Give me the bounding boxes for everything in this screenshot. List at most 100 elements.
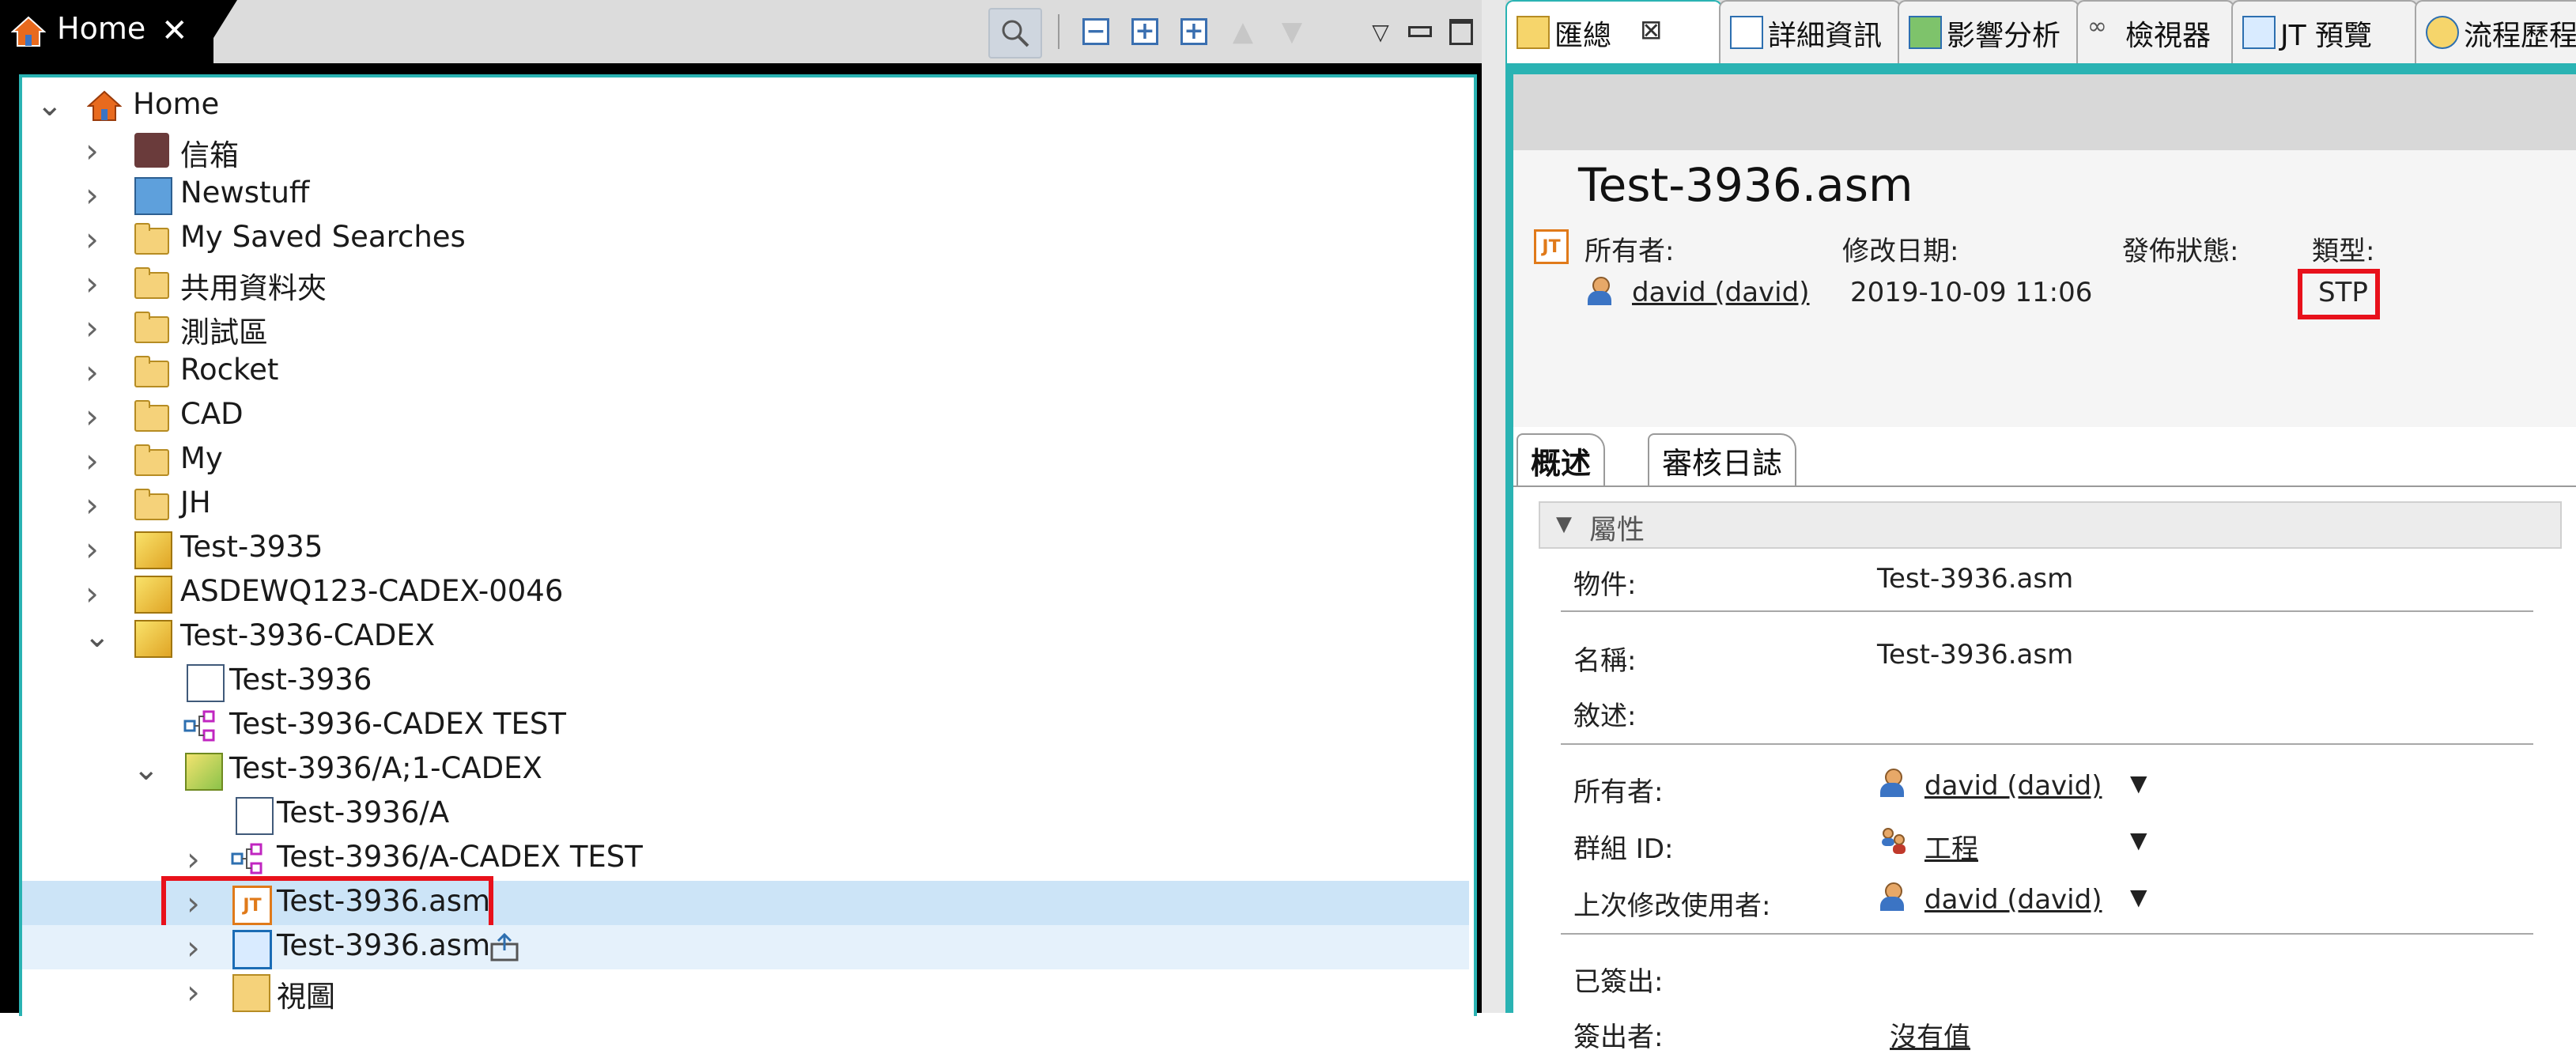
expand-chevron-icon[interactable]: ⌄ bbox=[36, 87, 63, 123]
item-revision-icon bbox=[185, 753, 223, 791]
tree-row-shared-folder[interactable]: › 共用資料夾 bbox=[22, 261, 1469, 305]
folder-icon bbox=[134, 266, 169, 300]
collapse-chevron-icon[interactable]: › bbox=[85, 574, 99, 613]
tree-row-item-revision[interactable]: ⌄ Test-3936/A;1-CADEX bbox=[22, 748, 1469, 792]
collapse-chevron-icon[interactable]: › bbox=[85, 485, 99, 524]
tree-row-test-area[interactable]: › 測試區 bbox=[22, 305, 1469, 349]
tree-row-mailbox[interactable]: › 信箱 bbox=[22, 128, 1469, 172]
minimize-icon[interactable] bbox=[1399, 11, 1441, 52]
user-icon bbox=[1879, 769, 1906, 799]
summary-content: Test-3936.asm JT 所有者: 修改日期: 發佈狀態: 類型: da… bbox=[1513, 74, 2576, 1053]
group-dropdown-arrow-icon[interactable]: ▼ bbox=[2130, 827, 2147, 853]
expand-chevron-icon[interactable]: ⌄ bbox=[84, 618, 111, 655]
prop-label-name: 名稱: bbox=[1573, 645, 1637, 677]
prop-value-checked-out-by-link[interactable]: 沒有值 bbox=[1890, 1015, 1970, 1054]
tab-label: JT 預覽 bbox=[2280, 20, 2373, 52]
prop-value-owner-link[interactable]: david (david) bbox=[1924, 770, 2102, 802]
search-icon[interactable] bbox=[988, 8, 1042, 59]
tab-impact-analysis[interactable]: 影響分析 bbox=[1898, 0, 2079, 63]
collapse-chevron-icon[interactable]: › bbox=[187, 840, 200, 878]
right-tab-bar: 匯總 ⊠ 詳細資訊 影響分析 ∞ 檢視器 JT 預覽 流程歷程 bbox=[1505, 0, 2576, 63]
viewer-icon: ∞ bbox=[2087, 13, 2107, 40]
summary-pane: 匯總 ⊠ 詳細資訊 影響分析 ∞ 檢視器 JT 預覽 流程歷程 Test-393… bbox=[1505, 0, 2576, 1053]
tree-label: Test-3936/A-CADEX TEST bbox=[277, 840, 643, 874]
maximize-icon[interactable] bbox=[1441, 11, 1482, 52]
object-title: Test-3936.asm bbox=[1578, 158, 1913, 212]
tree-row-test-3936-cadex[interactable]: ⌄ Test-3936-CADEX bbox=[22, 615, 1469, 659]
prop-value-last-modified-user-link[interactable]: david (david) bbox=[1924, 884, 2102, 916]
tree-label: Test-3936-CADEX bbox=[180, 618, 436, 652]
subtab-audit-log[interactable]: 審核日誌 bbox=[1648, 433, 1797, 485]
collapse-chevron-icon[interactable]: › bbox=[85, 264, 99, 303]
collapse-chevron-icon[interactable]: › bbox=[85, 530, 99, 569]
section-collapse-icon[interactable]: ▼ bbox=[1556, 512, 1572, 536]
tree-label: My Saved Searches bbox=[180, 220, 466, 254]
tree-row-dataset[interactable]: › Test-3936.asm bbox=[22, 925, 1469, 969]
collapse-chevron-icon[interactable]: › bbox=[85, 131, 99, 170]
tree-row-saved-searches[interactable]: › My Saved Searches bbox=[22, 217, 1469, 261]
navigator-pane: Home ✕ − + + ▲ ▼ ▽ ⌄ Home › 信箱 › Newstuf… bbox=[0, 0, 1482, 1016]
details-icon bbox=[1730, 16, 1763, 49]
collapse-chevron-icon[interactable]: › bbox=[85, 397, 99, 436]
expand-chevron-icon[interactable]: ⌄ bbox=[133, 751, 160, 788]
collapse-chevron-icon[interactable]: › bbox=[85, 353, 99, 391]
collapse-chevron-icon[interactable]: › bbox=[85, 176, 99, 214]
owner-label: 所有者: bbox=[1585, 236, 1675, 267]
view-menu-icon[interactable]: ▽ bbox=[1360, 11, 1401, 52]
tab-summary[interactable]: 匯總 ⊠ bbox=[1505, 0, 1722, 63]
close-tab-icon[interactable]: ✕ bbox=[161, 13, 188, 49]
collapse-chevron-icon[interactable]: › bbox=[187, 928, 200, 967]
properties-section-header[interactable]: ▼ 屬性 bbox=[1539, 501, 2562, 549]
collapse-chevron-icon[interactable]: › bbox=[85, 441, 99, 480]
prop-label-description: 敘述: bbox=[1573, 701, 1637, 732]
collapse-chevron-icon[interactable]: › bbox=[85, 308, 99, 347]
tab-jt-preview[interactable]: JT 預覽 bbox=[2231, 0, 2418, 63]
view-folder-icon bbox=[232, 974, 270, 1012]
tab-viewer[interactable]: ∞ 檢視器 bbox=[2076, 0, 2234, 63]
expand-all-icon[interactable]: + bbox=[1173, 11, 1214, 52]
folder-icon bbox=[134, 221, 169, 256]
tree-row-bom[interactable]: Test-3936-CADEX TEST bbox=[22, 704, 1469, 748]
tree-row-bom-a[interactable]: › Test-3936/A-CADEX TEST bbox=[22, 837, 1469, 881]
last-modified-user-dropdown-arrow-icon[interactable]: ▼ bbox=[2130, 884, 2147, 910]
prop-value-group-link[interactable]: 工程 bbox=[1924, 827, 1978, 866]
modified-date-value: 2019-10-09 11:06 bbox=[1850, 277, 2093, 308]
tree-row-test-3935[interactable]: › Test-3935 bbox=[22, 527, 1469, 571]
tree-row-newstuff[interactable]: › Newstuff bbox=[22, 172, 1469, 217]
close-tab-icon[interactable]: ⊠ bbox=[1640, 14, 1663, 46]
tab-process-history[interactable]: 流程歷程 bbox=[2415, 0, 2576, 63]
collapse-all-icon[interactable]: − bbox=[1075, 11, 1116, 52]
home-tab[interactable]: Home ✕ bbox=[0, 0, 213, 63]
separator bbox=[1561, 610, 2533, 612]
pane-divider[interactable] bbox=[1482, 0, 1505, 1013]
tree-row-jh[interactable]: › JH bbox=[22, 482, 1469, 527]
tree-row-rocket[interactable]: › Rocket bbox=[22, 349, 1469, 394]
tree-row-view-folder[interactable]: › 視圖 bbox=[22, 969, 1469, 1014]
prop-label-checked-out-by: 簽出者: bbox=[1573, 1022, 1664, 1053]
tab-label: 流程歷程 bbox=[2464, 20, 2576, 52]
summary-header: Test-3936.asm JT 所有者: 修改日期: 發佈狀態: 類型: da… bbox=[1513, 150, 2576, 427]
expand-icon[interactable]: + bbox=[1124, 11, 1165, 52]
tree-row-asdewq[interactable]: › ASDEWQ123-CADEX-0046 bbox=[22, 571, 1469, 615]
subtab-overview[interactable]: 概述 bbox=[1517, 433, 1606, 485]
up-arrow-icon[interactable]: ▲ bbox=[1222, 11, 1263, 52]
owner-link[interactable]: david (david) bbox=[1632, 277, 1809, 308]
tree-row-my[interactable]: › My bbox=[22, 438, 1469, 482]
process-history-icon bbox=[2426, 16, 2459, 49]
item-icon bbox=[134, 620, 172, 658]
tree-label: 測試區 bbox=[180, 315, 268, 349]
tree-row-home[interactable]: ⌄ Home bbox=[22, 84, 1469, 128]
collapse-chevron-icon[interactable]: › bbox=[85, 220, 99, 259]
form-icon bbox=[187, 664, 225, 702]
tree-row-cad[interactable]: › CAD bbox=[22, 394, 1469, 438]
owner-dropdown-arrow-icon[interactable]: ▼ bbox=[2130, 770, 2147, 796]
collapse-chevron-icon[interactable]: › bbox=[187, 973, 200, 1011]
prop-value-object: Test-3936.asm bbox=[1877, 563, 2074, 595]
tree-row-test-3936-a-form[interactable]: Test-3936/A bbox=[22, 792, 1469, 837]
tree-label: Rocket bbox=[180, 353, 279, 387]
tab-details[interactable]: 詳細資訊 bbox=[1719, 0, 1901, 63]
down-arrow-icon[interactable]: ▼ bbox=[1271, 11, 1313, 52]
type-label: 類型: bbox=[2312, 236, 2375, 267]
tree-row-test-3936-form[interactable]: Test-3936 bbox=[22, 659, 1469, 704]
separator bbox=[1561, 743, 2533, 745]
